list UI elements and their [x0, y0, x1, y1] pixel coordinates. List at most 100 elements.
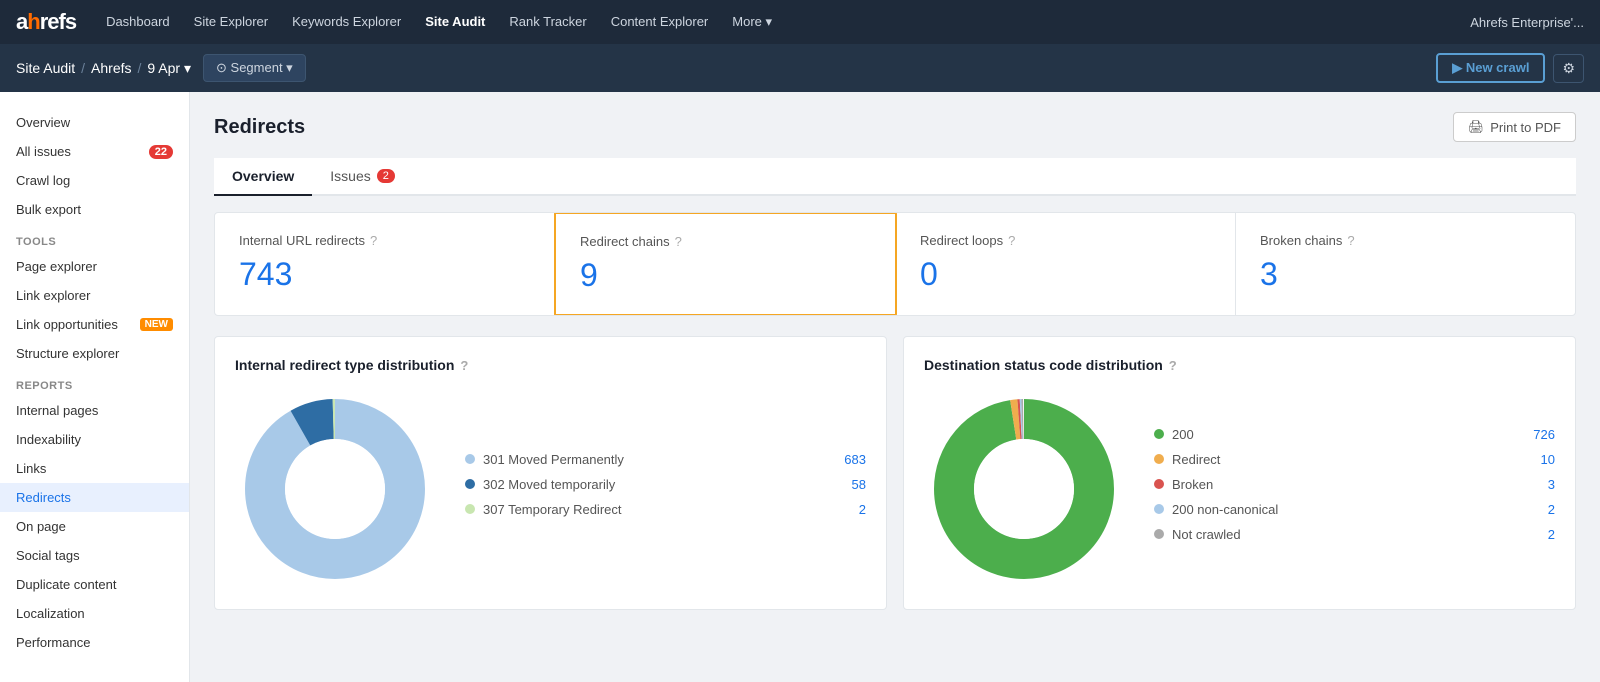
legend-item-not-crawled[interactable]: Not crawled 2: [1154, 527, 1555, 542]
account-label: Ahrefs Enterprise'...: [1470, 15, 1584, 30]
nav-links: Dashboard Site Explorer Keywords Explore…: [96, 10, 1470, 34]
legend-value-200-nc: 2: [1525, 502, 1555, 517]
legend-dot-302: [465, 479, 475, 489]
metric-value-2: 0: [920, 256, 1211, 293]
sidebar-item-internal-pages[interactable]: Internal pages: [0, 396, 189, 425]
sidebar-item-performance[interactable]: Performance: [0, 628, 189, 657]
legend-item-broken[interactable]: Broken 3: [1154, 477, 1555, 492]
legend-value-broken: 3: [1525, 477, 1555, 492]
legend-value-301: 683: [836, 452, 866, 467]
chart-left-help-icon[interactable]: ?: [460, 358, 468, 373]
breadcrumb-site[interactable]: Ahrefs: [91, 60, 131, 76]
sidebar-item-structure-explorer[interactable]: Structure explorer: [0, 339, 189, 368]
main-content: Redirects 🖨 Print to PDF Overview Issues…: [190, 92, 1600, 682]
metric-card-internal-url-redirects[interactable]: Internal URL redirects ? 743: [215, 213, 555, 315]
help-icon-0[interactable]: ?: [370, 233, 377, 248]
metric-value-3: 3: [1260, 256, 1551, 293]
legend-label-broken: Broken: [1172, 477, 1213, 492]
sub-header: Site Audit / Ahrefs / 9 Apr ▾ ⊙ Segment …: [0, 44, 1600, 92]
tab-issues-label: Issues: [330, 168, 370, 184]
sidebar-item-page-explorer[interactable]: Page explorer: [0, 252, 189, 281]
new-crawl-button[interactable]: ▶ New crawl: [1436, 53, 1545, 83]
metric-cards: Internal URL redirects ? 743 Redirect ch…: [214, 212, 1576, 316]
nav-dashboard[interactable]: Dashboard: [96, 10, 180, 34]
donut-svg-left: [235, 389, 435, 589]
sidebar-item-localization[interactable]: Localization: [0, 599, 189, 628]
sidebar-item-social-tags[interactable]: Social tags: [0, 541, 189, 570]
breadcrumb: Site Audit / Ahrefs / 9 Apr ▾: [16, 60, 191, 77]
chart-inner-left: 301 Moved Permanently 683 302 Moved temp…: [235, 389, 866, 589]
chart-legend-right: 200 726 Redirect 10: [1154, 427, 1555, 552]
sidebar-item-on-page[interactable]: On page: [0, 512, 189, 541]
legend-item-307[interactable]: 307 Temporary Redirect 2: [465, 502, 866, 517]
sidebar-item-bulk-export[interactable]: Bulk export: [0, 195, 189, 224]
metric-value-0: 743: [239, 256, 530, 293]
chart-inner-right: 200 726 Redirect 10: [924, 389, 1555, 589]
sub-header-actions: ▶ New crawl ⚙: [1436, 53, 1584, 83]
legend-value-200: 726: [1525, 427, 1555, 442]
legend-value-302: 58: [836, 477, 866, 492]
legend-item-200-nc[interactable]: 200 non-canonical 2: [1154, 502, 1555, 517]
sidebar: Overview All issues 22 Crawl log Bulk ex…: [0, 92, 190, 682]
legend-item-302[interactable]: 302 Moved temporarily 58: [465, 477, 866, 492]
metric-value-1: 9: [580, 257, 871, 294]
nav-content-explorer[interactable]: Content Explorer: [601, 10, 719, 34]
chart-title-right: Destination status code distribution ?: [924, 357, 1555, 373]
nav-rank-tracker[interactable]: Rank Tracker: [499, 10, 596, 34]
nav-site-audit[interactable]: Site Audit: [415, 10, 495, 34]
legend-label-200: 200: [1172, 427, 1194, 442]
sidebar-item-overview[interactable]: Overview: [0, 108, 189, 137]
tab-issues[interactable]: Issues 2: [312, 158, 413, 196]
legend-dot-301: [465, 454, 475, 464]
tools-section-title: Tools: [0, 224, 189, 252]
metric-label-1: Redirect chains ?: [580, 234, 871, 249]
chart-legend-left: 301 Moved Permanently 683 302 Moved temp…: [465, 452, 866, 527]
charts-section: Internal redirect type distribution ?: [214, 336, 1576, 610]
metric-card-redirect-loops[interactable]: Redirect loops ? 0: [896, 213, 1236, 315]
metric-label-0: Internal URL redirects ?: [239, 233, 530, 248]
sidebar-item-crawl-log[interactable]: Crawl log: [0, 166, 189, 195]
legend-dot-307: [465, 504, 475, 514]
ahrefs-logo[interactable]: ahrefs: [16, 9, 76, 35]
chart-right-help-icon[interactable]: ?: [1169, 358, 1177, 373]
metric-card-broken-chains[interactable]: Broken chains ? 3: [1236, 213, 1575, 315]
help-icon-3[interactable]: ?: [1347, 233, 1354, 248]
sidebar-item-redirects[interactable]: Redirects: [0, 483, 189, 512]
sidebar-item-indexability[interactable]: Indexability: [0, 425, 189, 454]
settings-button[interactable]: ⚙: [1553, 54, 1584, 83]
print-icon: 🖨: [1468, 119, 1485, 135]
legend-item-redirect[interactable]: Redirect 10: [1154, 452, 1555, 467]
tabs: Overview Issues 2: [214, 158, 1576, 196]
legend-label-302: 302 Moved temporarily: [483, 477, 615, 492]
breadcrumb-date[interactable]: 9 Apr ▾: [147, 60, 191, 77]
legend-value-307: 2: [836, 502, 866, 517]
help-icon-1[interactable]: ?: [675, 234, 682, 249]
sidebar-item-links[interactable]: Links: [0, 454, 189, 483]
legend-dot-not-crawled: [1154, 529, 1164, 539]
legend-value-not-crawled: 2: [1525, 527, 1555, 542]
sidebar-item-link-explorer[interactable]: Link explorer: [0, 281, 189, 310]
nav-keywords-explorer[interactable]: Keywords Explorer: [282, 10, 411, 34]
chart-title-left: Internal redirect type distribution ?: [235, 357, 866, 373]
help-icon-2[interactable]: ?: [1008, 233, 1015, 248]
legend-dot-broken: [1154, 479, 1164, 489]
legend-dot-200: [1154, 429, 1164, 439]
breadcrumb-root[interactable]: Site Audit: [16, 60, 75, 76]
metric-label-2: Redirect loops ?: [920, 233, 1211, 248]
nav-more[interactable]: More ▾: [722, 10, 782, 34]
logo-hrefs: h: [27, 9, 39, 34]
legend-item-301[interactable]: 301 Moved Permanently 683: [465, 452, 866, 467]
tab-overview[interactable]: Overview: [214, 158, 312, 196]
sidebar-item-link-opportunities[interactable]: Link opportunities NEW: [0, 310, 189, 339]
app-body: Overview All issues 22 Crawl log Bulk ex…: [0, 92, 1600, 682]
metric-label-3: Broken chains ?: [1260, 233, 1551, 248]
metric-card-redirect-chains[interactable]: Redirect chains ? 9: [554, 212, 897, 316]
donut-svg-right: [924, 389, 1124, 589]
legend-dot-200-nc: [1154, 504, 1164, 514]
nav-site-explorer[interactable]: Site Explorer: [184, 10, 278, 34]
sidebar-item-all-issues[interactable]: All issues 22: [0, 137, 189, 166]
legend-item-200[interactable]: 200 726: [1154, 427, 1555, 442]
print-to-pdf-button[interactable]: 🖨 Print to PDF: [1453, 112, 1576, 142]
sidebar-item-duplicate-content[interactable]: Duplicate content: [0, 570, 189, 599]
segment-button[interactable]: ⊙ Segment ▾: [203, 54, 306, 82]
